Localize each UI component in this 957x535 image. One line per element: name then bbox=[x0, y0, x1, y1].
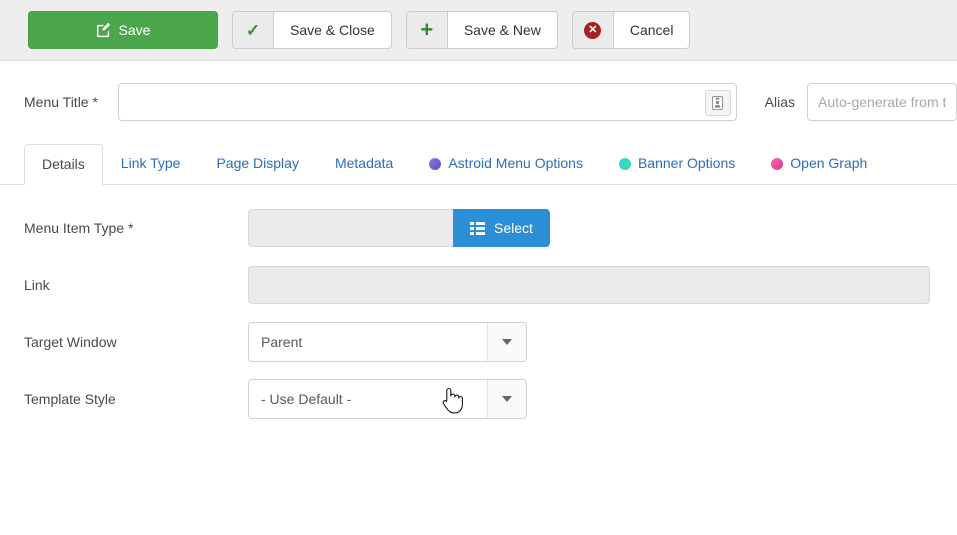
tab-banner-options[interactable]: Banner Options bbox=[601, 143, 753, 184]
tab-details[interactable]: Details bbox=[24, 144, 103, 185]
tab-astroid-menu-options-label: Astroid Menu Options bbox=[448, 155, 583, 171]
save-close-button-group: ✓ Save & Close bbox=[232, 11, 392, 49]
plus-icon: + bbox=[406, 12, 448, 48]
target-window-label: Target Window bbox=[24, 334, 117, 350]
tab-open-graph[interactable]: Open Graph bbox=[753, 143, 885, 184]
tab-details-label: Details bbox=[42, 156, 85, 172]
menu-item-type-label: Menu Item Type * bbox=[24, 220, 134, 236]
menu-title-input-wrap bbox=[118, 83, 737, 121]
target-window-value: Parent bbox=[261, 334, 303, 350]
details-panel: Menu Item Type * Select Link Target Wind… bbox=[0, 185, 957, 419]
save-close-label: Save & Close bbox=[290, 22, 375, 38]
chevron-down-icon[interactable] bbox=[487, 323, 526, 361]
tab-page-display[interactable]: Page Display bbox=[198, 143, 317, 184]
template-style-label: Template Style bbox=[24, 391, 116, 407]
alias-input[interactable] bbox=[807, 83, 957, 121]
tab-page-display-label: Page Display bbox=[216, 155, 299, 171]
target-window-row: Target Window Parent bbox=[24, 322, 957, 362]
x-circle-icon: ✕ bbox=[572, 12, 614, 48]
link-label: Link bbox=[24, 277, 50, 293]
template-style-select[interactable]: - Use Default - bbox=[248, 379, 527, 419]
tab-link-type[interactable]: Link Type bbox=[103, 143, 199, 184]
id-badge-icon[interactable] bbox=[704, 90, 731, 116]
link-row: Link bbox=[24, 266, 957, 304]
cancel-button[interactable]: ✕ Cancel bbox=[571, 11, 691, 49]
tab-open-graph-label: Open Graph bbox=[790, 155, 868, 171]
save-close-button[interactable]: ✓ Save & Close bbox=[232, 11, 392, 49]
tab-banner-options-label: Banner Options bbox=[637, 155, 736, 171]
menu-title-row: Menu Title * Alias bbox=[0, 61, 957, 121]
alias-label: Alias bbox=[764, 94, 795, 110]
menu-title-input[interactable] bbox=[118, 83, 737, 121]
save-new-button-group: + Save & New bbox=[405, 11, 558, 49]
edit-pencil-icon bbox=[96, 22, 111, 38]
save-new-label: Save & New bbox=[463, 22, 541, 38]
select-menu-item-type-button[interactable]: Select bbox=[453, 209, 550, 247]
target-window-select[interactable]: Parent bbox=[248, 322, 527, 362]
menu-item-type-row: Menu Item Type * Select bbox=[24, 209, 957, 247]
check-icon: ✓ bbox=[233, 12, 274, 48]
cancel-label: Cancel bbox=[629, 22, 674, 38]
tab-astroid-menu-options[interactable]: Astroid Menu Options bbox=[411, 143, 601, 184]
tab-metadata-label: Metadata bbox=[334, 155, 394, 171]
cancel-button-group: ✕ Cancel bbox=[571, 11, 691, 49]
select-button-label: Select bbox=[494, 220, 533, 236]
template-style-row: Template Style - Use Default - bbox=[24, 379, 957, 419]
list-icon bbox=[470, 221, 485, 235]
template-style-value: - Use Default - bbox=[261, 391, 352, 407]
pink-dot-icon bbox=[771, 157, 784, 170]
tab-link-type-label: Link Type bbox=[120, 155, 181, 171]
save-button-group: Save bbox=[28, 11, 218, 49]
save-button[interactable]: Save bbox=[28, 11, 218, 49]
tab-metadata[interactable]: Metadata bbox=[317, 143, 411, 184]
purple-dot-icon bbox=[429, 157, 442, 170]
chevron-down-icon[interactable] bbox=[487, 380, 526, 418]
tab-bar: Details Link Type Page Display Metadata … bbox=[0, 143, 957, 185]
menu-title-label: Menu Title * bbox=[24, 94, 98, 110]
menu-item-type-field bbox=[248, 209, 453, 247]
link-field bbox=[248, 266, 930, 304]
toolbar: Save ✓ Save & Close + Save & New ✕ Cance… bbox=[0, 0, 957, 61]
save-button-label: Save bbox=[118, 22, 151, 38]
save-new-button[interactable]: + Save & New bbox=[405, 11, 558, 49]
menu-item-type-group: Select bbox=[248, 209, 550, 247]
cyan-dot-icon bbox=[618, 157, 631, 170]
